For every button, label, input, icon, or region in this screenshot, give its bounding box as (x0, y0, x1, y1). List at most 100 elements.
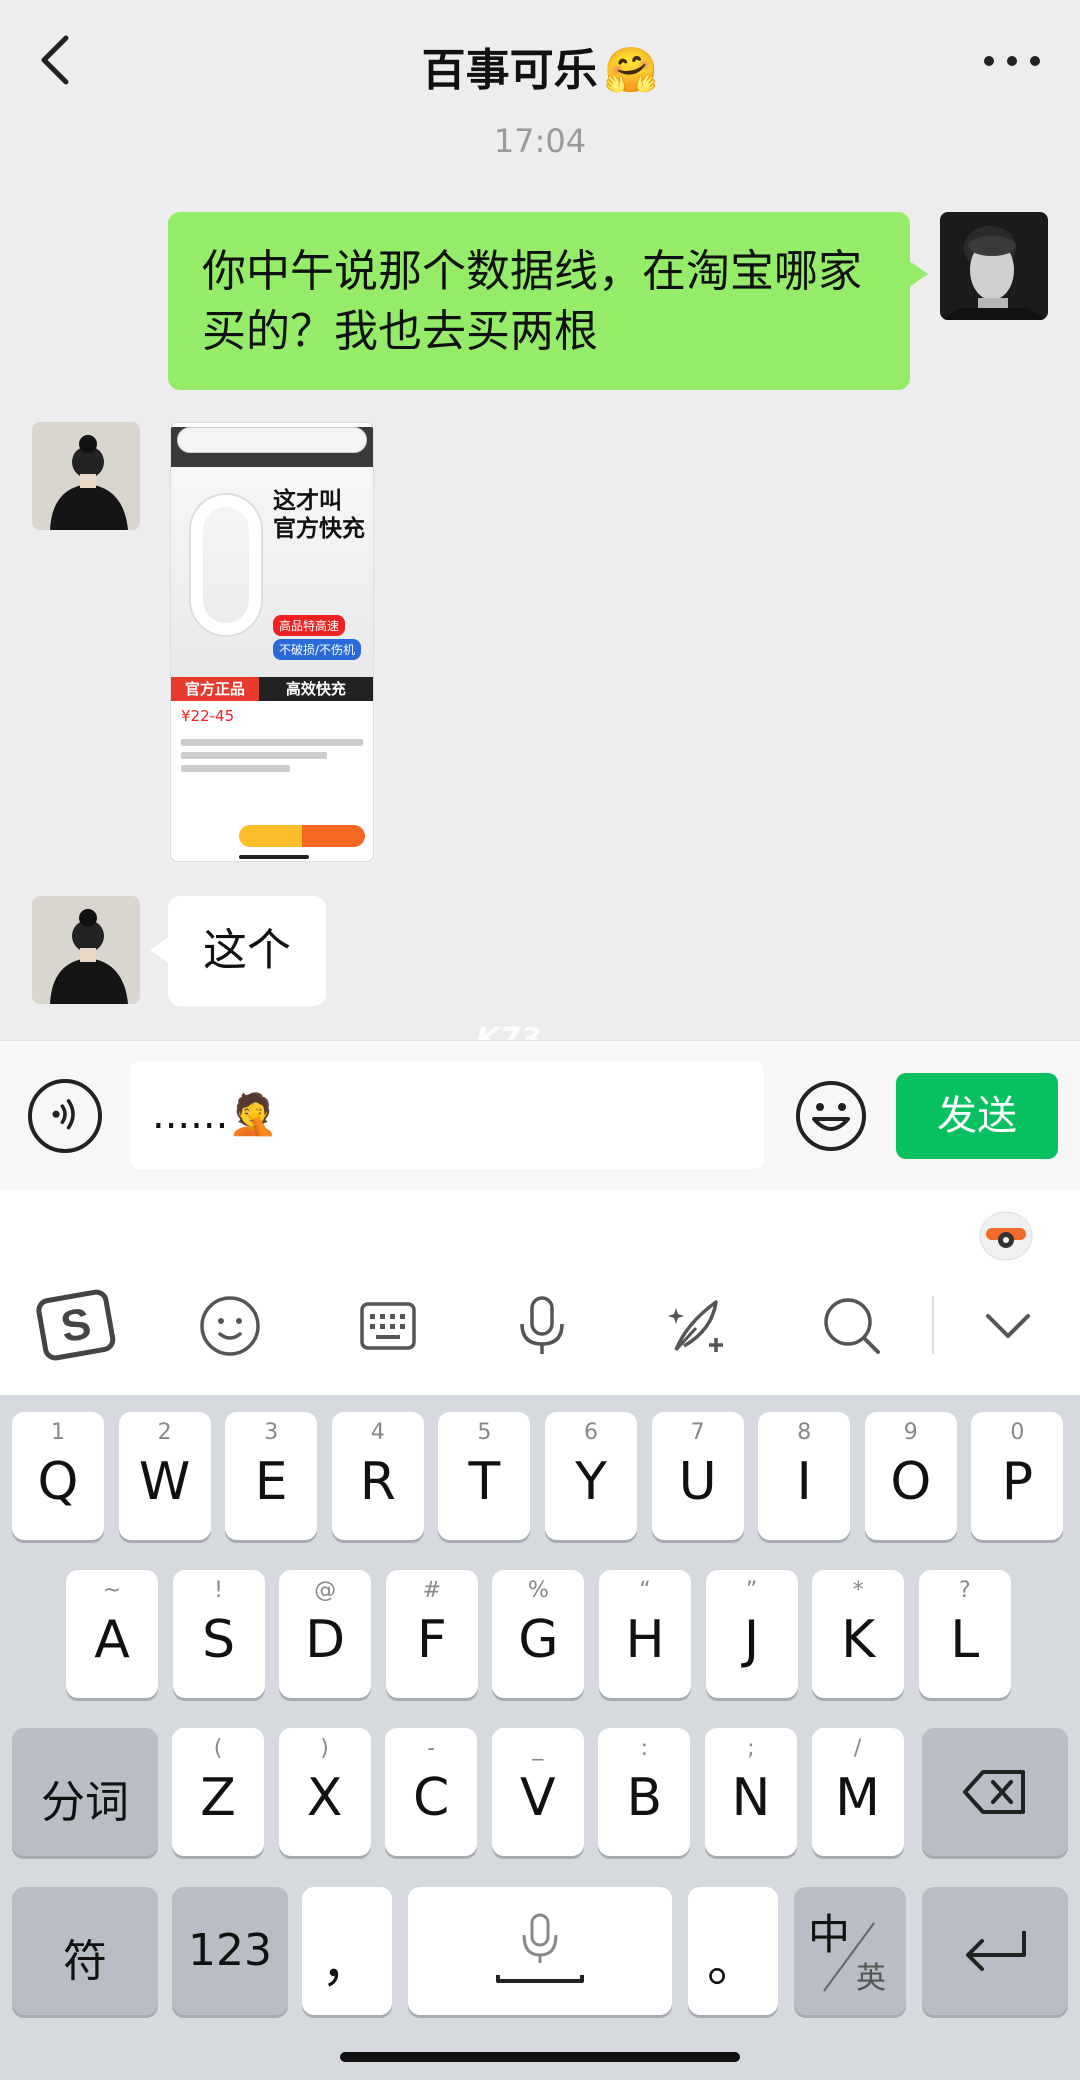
key-hint: / (853, 1736, 862, 1761)
key-x[interactable]: ) X (278, 1728, 371, 1856)
chat-title: 百事可乐 🤗 (0, 34, 1080, 98)
key-r[interactable]: 4R (331, 1412, 424, 1540)
key-c[interactable]: -C (385, 1728, 478, 1856)
language-switch-key[interactable]: 中 英 (794, 1887, 906, 2015)
screenshot-search-bar (177, 427, 367, 453)
keyboard: 1Q2W3E4R5T6Y7U8I9O0P ~ A! S @ D # F% G “H” J * K? L … (0, 1395, 1080, 2080)
key-t[interactable]: 5T (438, 1412, 531, 1540)
sogou-logo-icon[interactable]: S (36, 1286, 116, 1366)
screenshot-tag-2: 不破损/不伤机 (273, 639, 362, 660)
key-hint: 1 (51, 1420, 65, 1445)
key-hint: ( (213, 1736, 223, 1761)
enter-icon (966, 1931, 1026, 1971)
screenshot-home-indicator (239, 855, 309, 859)
search-icon[interactable] (812, 1286, 892, 1366)
screenshot-banner: 官方正品 高效快充 (171, 677, 373, 701)
voice-input-icon[interactable] (28, 1079, 102, 1153)
more-options-icon[interactable] (984, 56, 1040, 68)
key-g[interactable]: % G (492, 1570, 585, 1698)
backspace-icon (963, 1770, 1025, 1814)
key-e[interactable]: 3E (225, 1412, 318, 1540)
emoji-keyboard-icon[interactable] (190, 1286, 270, 1366)
screenshot-headline-2: 官方快充 (273, 516, 365, 542)
key-letter: E (254, 1452, 288, 1512)
handwriting-icon[interactable] (658, 1286, 738, 1366)
key-u[interactable]: 7U (651, 1412, 744, 1540)
send-button[interactable]: 发送 (896, 1073, 1058, 1159)
key-letter: A (94, 1610, 130, 1670)
collapse-keyboard-icon[interactable] (968, 1286, 1048, 1366)
my-avatar[interactable] (940, 212, 1048, 320)
key-letter: Q (37, 1452, 79, 1512)
enter-key[interactable] (922, 1887, 1068, 2015)
key-letter: J (743, 1610, 760, 1670)
symbol-key[interactable]: 符 (12, 1887, 158, 2015)
key-hint: 9 (903, 1420, 918, 1445)
key-letter: S (202, 1610, 236, 1670)
key-j[interactable]: ” J (705, 1570, 798, 1698)
symbol-key-label: 符 (63, 1936, 107, 1987)
friend-message-bubble[interactable]: 这个 (150, 896, 326, 1006)
key-letter: R (359, 1452, 396, 1512)
screenshot-description (171, 731, 373, 780)
friend-avatar[interactable] (32, 422, 140, 530)
keyboard-switch-icon[interactable] (348, 1286, 428, 1366)
key-k[interactable]: * K (812, 1570, 905, 1698)
key-letter: Z (200, 1768, 236, 1828)
key-n[interactable]: ; N (705, 1728, 797, 1856)
key-hint: : (640, 1736, 649, 1761)
key-hint: ? (958, 1578, 971, 1603)
key-hint: @ (314, 1578, 337, 1603)
key-hint: “ (639, 1578, 651, 1603)
key-hint: * (852, 1578, 864, 1603)
key-w[interactable]: 2W (118, 1412, 211, 1540)
key-q[interactable]: 1Q (12, 1412, 104, 1540)
comma-key[interactable]: ， (302, 1887, 392, 2015)
number-key[interactable]: 123 (172, 1887, 288, 2015)
key-y[interactable]: 6Y (545, 1412, 637, 1540)
key-letter: N (731, 1768, 771, 1828)
ime-mascot-icon[interactable] (976, 1204, 1036, 1264)
screenshot-tag-1: 高品特高速 (273, 615, 346, 636)
emoji-picker-icon[interactable] (794, 1079, 868, 1153)
screenshot-product-area: 这才叫 官方快充 高品特高速 不破损/不伤机 (171, 467, 373, 677)
message-text-input[interactable]: ......🤦 (130, 1061, 764, 1169)
period-key[interactable]: 。 (688, 1887, 778, 2015)
key-h[interactable]: “H (599, 1570, 691, 1698)
screenshot-headline: 这才叫 官方快充 (273, 487, 365, 543)
space-key[interactable] (408, 1887, 672, 2015)
key-letter: X (306, 1768, 343, 1828)
key-hint: ” (745, 1578, 758, 1603)
key-hint: _ (532, 1736, 544, 1761)
key-l[interactable]: ? L (918, 1570, 1011, 1698)
key-s[interactable]: ! S (172, 1570, 265, 1698)
microphone-icon[interactable] (502, 1286, 582, 1366)
key-f[interactable]: # F (385, 1570, 478, 1698)
backspace-key[interactable] (922, 1728, 1068, 1856)
my-message-line-2: 买的？我也去买两根 (202, 306, 598, 357)
chat-header: 百事可乐 🤗 (0, 0, 1080, 125)
my-message-bubble[interactable]: 你中午说那个数据线，在淘宝哪家 买的？我也去买两根 (168, 212, 928, 390)
ime-toolbar: S (0, 1190, 1080, 1395)
friend-avatar[interactable] (32, 896, 140, 1004)
key-b[interactable]: :B (598, 1728, 691, 1856)
key-letter: I (796, 1452, 812, 1512)
key-hint: - (427, 1736, 436, 1761)
key-v[interactable]: _ V (491, 1728, 584, 1856)
space-mic-icon (496, 1913, 584, 1983)
key-z[interactable]: (Z (172, 1728, 264, 1856)
key-p[interactable]: 0P (971, 1412, 1064, 1540)
key-hint: 4 (370, 1420, 385, 1445)
key-letter: L (950, 1610, 980, 1670)
key-letter: T (468, 1452, 501, 1512)
key-i[interactable]: 8I (758, 1412, 851, 1540)
key-o[interactable]: 9O (864, 1412, 957, 1540)
split-word-key[interactable]: 分词 (12, 1728, 158, 1856)
key-a[interactable]: ~ A (66, 1570, 158, 1698)
key-d[interactable]: @ D (279, 1570, 372, 1698)
screenshot-banner-right: 高效快充 (258, 677, 373, 701)
product-screenshot-image[interactable]: 这才叫 官方快充 高品特高速 不破损/不伤机 官方正品 高效快充 ¥22-45 (170, 422, 374, 862)
key-m[interactable]: / M (811, 1728, 904, 1856)
key-hint: 2 (157, 1420, 172, 1445)
screenshot-buy-buttons (179, 825, 365, 847)
